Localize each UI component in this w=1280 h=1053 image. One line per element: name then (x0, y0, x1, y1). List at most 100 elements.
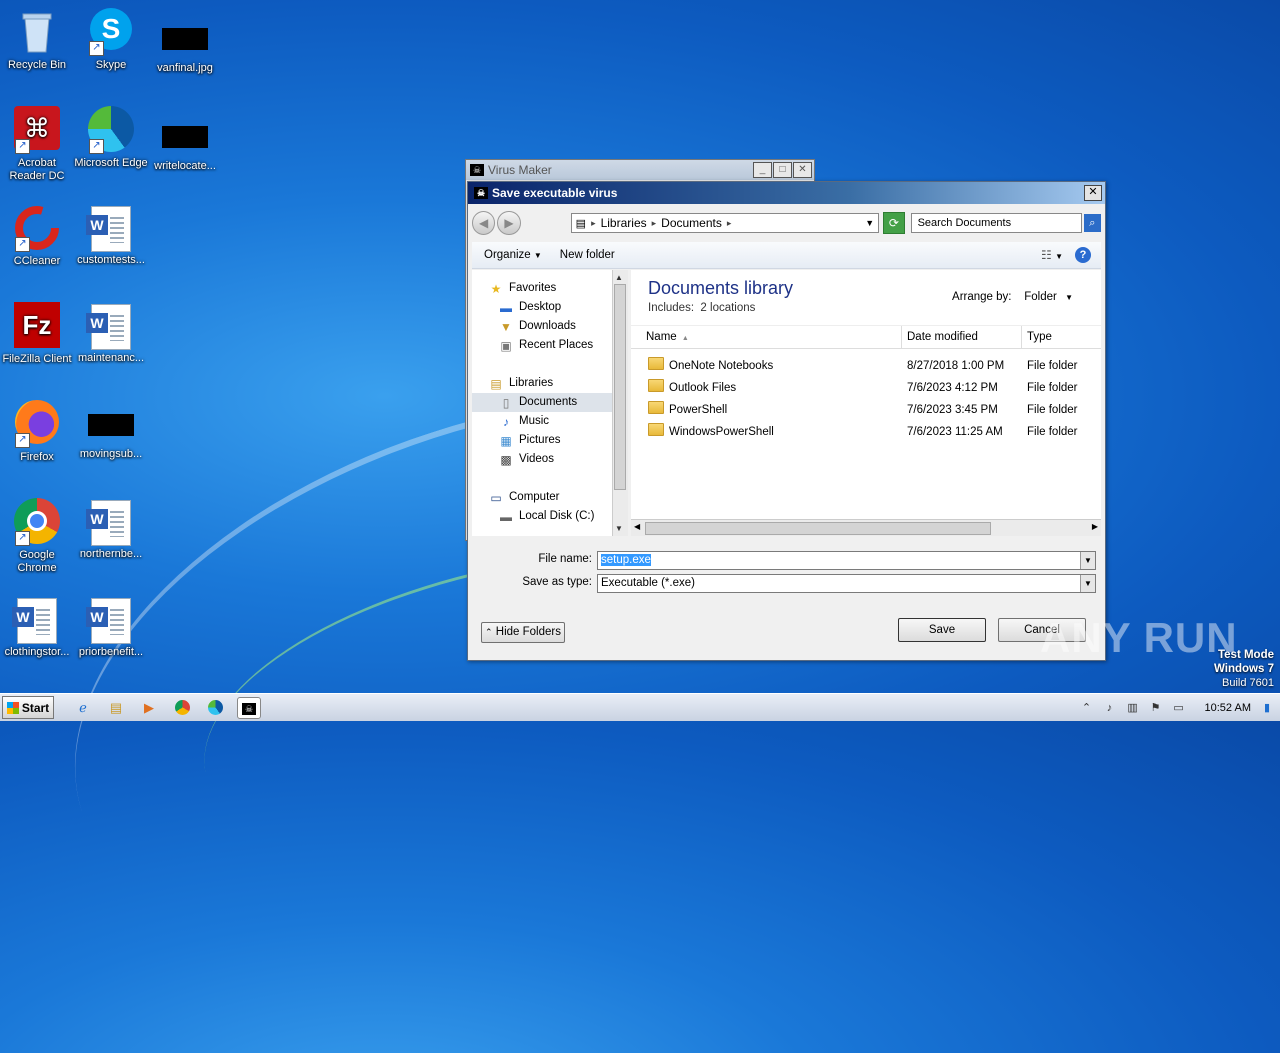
refresh-icon[interactable]: ⟳ (883, 212, 905, 234)
column-date-modified[interactable]: Date modified (902, 326, 1022, 348)
view-options-icon[interactable]: ☷ ▼ (1041, 248, 1063, 262)
nav-pictures[interactable]: ▦ Pictures (472, 431, 612, 450)
table-row[interactable]: WindowsPowerShell 7/6/2023 11:25 AM File… (648, 422, 1103, 442)
word-document-icon: W (86, 304, 131, 350)
new-folder-button[interactable]: New folder (560, 249, 615, 261)
nav-scrollbar[interactable]: ▲ ▼ (612, 270, 628, 536)
network-icon[interactable]: ▥ (1126, 701, 1140, 715)
dialog-titlebar[interactable]: ☠ Save executable virus (468, 182, 1105, 204)
media-player-icon[interactable]: ▶ (138, 698, 160, 718)
tray-expand-icon[interactable]: ⌃ (1080, 701, 1094, 715)
breadcrumb-libraries[interactable]: Libraries (601, 216, 647, 230)
action-center-icon[interactable]: ⚑ (1149, 701, 1163, 715)
virus-maker-titlebar[interactable]: ☠ Virus Maker _ □ ✕ (466, 160, 814, 180)
nav-recent-places[interactable]: ▣ Recent Places (472, 336, 612, 355)
chrome-taskbar-icon[interactable] (171, 698, 193, 718)
address-bar[interactable]: ▤ ▸ Libraries ▸ Documents ▸ ▼ (570, 213, 880, 233)
file-name-field[interactable]: setup.exe ▼ (597, 551, 1096, 570)
search-input[interactable]: Search Documents (910, 213, 1082, 233)
folder-icon (648, 357, 664, 370)
scroll-left-icon[interactable]: ◀ (634, 522, 640, 531)
column-type[interactable]: Type (1022, 326, 1101, 348)
table-row[interactable]: PowerShell 7/6/2023 3:45 PM File folder (648, 400, 1103, 420)
nav-music[interactable]: ♪ Music (472, 412, 612, 431)
scroll-right-icon[interactable]: ▶ (1092, 522, 1098, 531)
folder-icon (648, 423, 664, 436)
libraries-icon: ▤ (490, 376, 502, 391)
desktop-icon-file[interactable]: writelocate... (148, 106, 222, 173)
horizontal-scrollbar[interactable]: ◀ ▶ (631, 519, 1101, 536)
nav-downloads[interactable]: ▼ Downloads (472, 317, 612, 336)
column-name[interactable]: Name ▲ (641, 326, 902, 348)
libraries-icon: ▤ (575, 217, 587, 230)
flag-icon[interactable]: ▭ (1172, 701, 1186, 715)
dialog-close-button[interactable]: ✕ (1084, 185, 1102, 201)
desktop-icon-doc[interactable]: W northernbe... (74, 498, 148, 561)
save-type-dropdown-icon[interactable]: ▼ (1080, 575, 1095, 592)
forward-button[interactable]: ▶ (497, 211, 521, 235)
pirate-icon: ☠ (470, 164, 484, 176)
desktop-icon-skype[interactable]: S ↗ Skype (74, 8, 148, 72)
desktop-icon-file[interactable]: movingsub... (74, 400, 148, 461)
locations-link[interactable]: 2 locations (700, 302, 755, 314)
save-button[interactable]: Save (898, 618, 986, 642)
arrange-by[interactable]: Arrange by: Folder ▼ (952, 291, 1073, 303)
folder-icon (648, 379, 664, 392)
close-button[interactable]: ✕ (793, 162, 812, 178)
desktop-icon-doc[interactable]: W maintenanc... (74, 302, 148, 365)
table-row[interactable]: OneNote Notebooks 8/27/2018 1:00 PM File… (648, 356, 1103, 376)
desktop-icon-doc[interactable]: W customtests... (74, 204, 148, 267)
help-icon[interactable]: ? (1075, 247, 1091, 263)
nav-computer[interactable]: ▭ Computer (472, 488, 612, 507)
desktop-icon-filezilla[interactable]: Fz FileZilla Client (0, 302, 74, 366)
search-icon[interactable]: ⌕ (1083, 214, 1102, 232)
desktop-icon-doc[interactable]: W priorbenefit... (74, 596, 148, 659)
desktop-icon-ccleaner[interactable]: ↗ CCleaner (0, 204, 74, 268)
scroll-thumb[interactable] (645, 522, 991, 535)
filezilla-icon: Fz (13, 302, 61, 350)
maximize-button[interactable]: □ (773, 162, 792, 178)
nav-videos[interactable]: ▩ Videos (472, 450, 612, 469)
start-button[interactable]: Start (2, 696, 54, 719)
dialog-title: Save executable virus (492, 186, 618, 200)
desktop-icon-file[interactable]: vanfinal.jpg (148, 8, 222, 75)
pirate-icon: ☠ (474, 187, 488, 199)
hide-folders-button[interactable]: ⌃ Hide Folders (481, 622, 565, 643)
organize-menu[interactable]: Organize ▼ (484, 249, 542, 261)
internet-explorer-icon[interactable]: ℯ (72, 698, 94, 718)
edge-taskbar-icon[interactable] (204, 698, 226, 718)
recent-places-icon: ▣ (500, 338, 512, 353)
pictures-icon: ▦ (500, 433, 512, 448)
minimize-button[interactable]: _ (753, 162, 772, 178)
scroll-down-icon[interactable]: ▼ (615, 524, 623, 533)
explorer-icon[interactable]: ▤ (105, 698, 127, 718)
show-desktop-icon[interactable]: ▮ (1260, 701, 1274, 715)
breadcrumb-documents[interactable]: Documents (661, 216, 722, 230)
nav-favorites[interactable]: ★ Favorites (472, 279, 612, 298)
downloads-icon: ▼ (500, 319, 512, 334)
save-options: File name: setup.exe ▼ Save as type: Exe… (468, 540, 1105, 660)
desktop-icon-doc[interactable]: W clothingstor... (0, 596, 74, 659)
desktop-icon-acrobat[interactable]: ⌘ ↗ Acrobat Reader DC (0, 106, 74, 183)
scroll-thumb[interactable] (614, 284, 626, 490)
virus-maker-taskbar-icon[interactable]: ☠ (237, 696, 261, 719)
back-button[interactable]: ◀ (472, 211, 496, 235)
desktop-icon-recycle-bin[interactable]: Recycle Bin (0, 8, 74, 72)
nav-documents[interactable]: ▯ Documents (472, 393, 612, 412)
clock[interactable]: 10:52 AM (1205, 702, 1251, 714)
desktop-icon-edge[interactable]: ↗ Microsoft Edge (74, 106, 148, 170)
scroll-up-icon[interactable]: ▲ (615, 273, 623, 282)
nav-libraries[interactable]: ▤ Libraries (472, 374, 612, 393)
nav-local-disk[interactable]: ▬ Local Disk (C:) (472, 507, 612, 526)
table-row[interactable]: Outlook Files 7/6/2023 4:12 PM File fold… (648, 378, 1103, 398)
desktop-icon-firefox[interactable]: ↗ Firefox (0, 400, 74, 464)
desktop-icon-chrome[interactable]: ↗ Google Chrome (0, 498, 74, 575)
file-name-dropdown-icon[interactable]: ▼ (1080, 552, 1095, 569)
windows-logo-icon (6, 701, 19, 714)
nav-desktop[interactable]: ▬ Desktop (472, 298, 612, 317)
save-type-select[interactable]: Executable (*.exe) ▼ (597, 574, 1096, 593)
volume-icon[interactable]: ♪ (1103, 701, 1117, 715)
address-dropdown-icon[interactable]: ▼ (865, 218, 874, 228)
chevron-up-icon: ⌃ (485, 627, 493, 637)
arrange-by-value[interactable]: Folder (1024, 291, 1057, 303)
